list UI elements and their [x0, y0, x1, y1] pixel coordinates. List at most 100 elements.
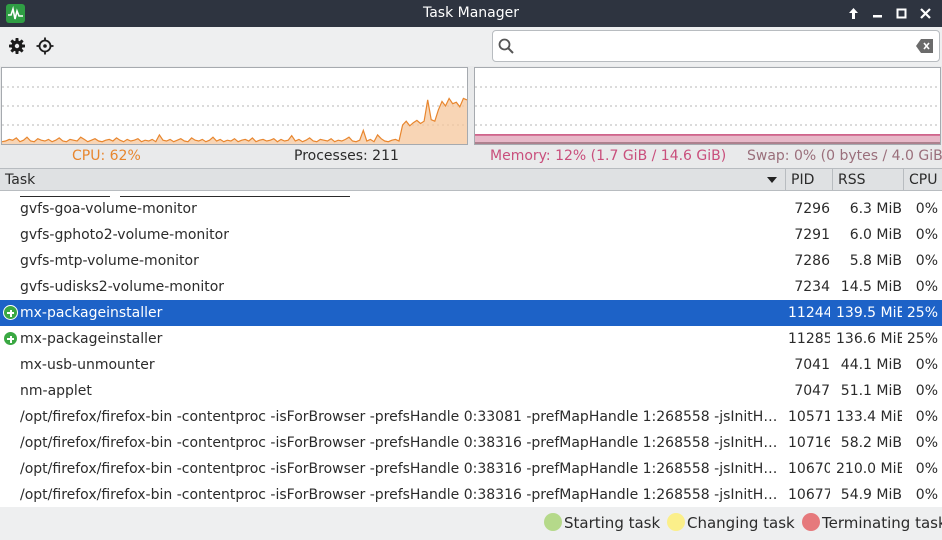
table-row[interactable]: /opt/firefox/firefox-bin -contentproc -i… — [0, 482, 942, 507]
cpu-cell: 0% — [915, 357, 938, 373]
crosshair-icon — [36, 37, 54, 55]
task-name-cell: /opt/firefox/firefox-bin -contentproc -i… — [20, 435, 785, 451]
task-name-cell: /opt/firefox/firefox-bin -contentproc -i… — [20, 409, 785, 425]
rss-cell: 58.2 MiB — [840, 435, 902, 451]
starting-task-color-swatch — [544, 513, 562, 531]
task-name-cell: gvfs-udisks2-volume-monitor — [20, 279, 225, 295]
table-row[interactable]: /opt/firefox/firefox-bin -contentproc -i… — [0, 430, 942, 456]
table-row[interactable]: gvfs-mtp-volume-monitor 7286 5.8 MiB 0% — [0, 248, 942, 274]
title-bar: Task Manager — [0, 0, 942, 27]
swap-usage-label: Swap: 0% (0 bytes / 4.0 GiB) — [747, 148, 942, 164]
close-button[interactable] — [915, 3, 936, 24]
terminating-task-label: Terminating task — [822, 514, 942, 532]
pid-cell: 7234 — [794, 279, 830, 295]
table-row[interactable]: /opt/firefox/firefox-bin -contentproc -i… — [0, 456, 942, 482]
rss-cell: 136.6 MiB — [836, 331, 902, 347]
task-name-cell: gvfs-mtp-volume-monitor — [20, 253, 199, 269]
search-icon — [498, 38, 514, 54]
pid-cell: 10571 — [788, 409, 830, 425]
table-row[interactable]: gvfs-udisks2-volume-monitor 7234 14.5 MiB 0… — [0, 274, 942, 300]
cpu-cell: 0% — [915, 487, 938, 503]
close-icon — [920, 8, 931, 19]
changing-task-label: Changing task — [687, 514, 795, 532]
rss-cell: 54.9 MiB — [840, 487, 902, 503]
pid-cell: 11285 — [788, 331, 830, 347]
window-title: Task Manager — [422, 5, 520, 21]
task-name-cell: mx-usb-unmounter — [20, 357, 155, 373]
table-row-selected[interactable]: mx-packageinstaller 11244 139.5 MiB 25% — [0, 300, 942, 326]
column-pid-label: PID — [791, 172, 815, 188]
cpu-cell: 0% — [915, 227, 938, 243]
identify-window-button[interactable] — [35, 36, 55, 56]
pid-cell: 7286 — [794, 253, 830, 269]
cpu-history-area — [2, 98, 467, 144]
table-row[interactable]: mx-usb-unmounter 7041 44.1 MiB 0% — [0, 352, 942, 378]
cpu-cell: 0% — [915, 383, 938, 399]
cpu-usage-label: CPU: 62% — [72, 148, 141, 164]
column-header-cpu[interactable]: CPU — [904, 169, 942, 191]
rss-cell: 51.1 MiB — [840, 383, 902, 399]
process-count-label: Processes: 211 — [294, 148, 399, 164]
column-rss-label: RSS — [838, 172, 866, 188]
rss-cell: 133.4 MiB — [836, 409, 902, 425]
rss-cell: 5.8 MiB — [849, 253, 902, 269]
task-name-cell: gvfs-goa-volume-monitor — [20, 201, 197, 217]
search-input[interactable] — [519, 34, 909, 58]
starting-task-label: Starting task — [564, 514, 661, 532]
terminating-task-color-swatch — [802, 513, 820, 531]
search-field[interactable] — [492, 30, 940, 62]
pid-cell: 10677 — [788, 487, 830, 503]
minimize-icon — [873, 15, 882, 18]
maximize-button[interactable] — [891, 3, 912, 24]
table-row[interactable]: mx-packageinstaller 11285 136.6 MiB 25% — [0, 326, 942, 352]
cpu-cell: 0% — [915, 279, 938, 295]
sort-descending-icon — [767, 177, 777, 183]
clear-icon[interactable] — [916, 38, 934, 54]
task-name-cell: nm-applet — [20, 383, 92, 399]
table-row[interactable]: nm-applet 7047 51.1 MiB 0% — [0, 378, 942, 404]
memory-graph — [474, 67, 941, 145]
cpu-cell: 25% — [906, 331, 938, 347]
column-header-pid[interactable]: PID — [786, 169, 833, 191]
column-header-rss[interactable]: RSS — [833, 169, 904, 191]
rss-cell: 44.1 MiB — [840, 357, 902, 373]
rss-cell: 6.3 MiB — [849, 201, 902, 217]
cpu-history-line — [2, 97, 467, 143]
column-header-task[interactable]: Task — [0, 169, 786, 191]
cpu-history-chart — [2, 86, 467, 144]
cpu-cell: 0% — [915, 253, 938, 269]
memory-history-chart — [475, 86, 940, 144]
cpu-cell: 0% — [915, 409, 938, 425]
pid-cell: 10716 — [788, 435, 830, 451]
cpu-cell: 0% — [915, 435, 938, 451]
stats-bar: CPU: 62% Processes: 211 Memory: 12% (1.7… — [0, 146, 942, 168]
process-table: Task PID RSS CPU gvfs-goa-volume-monitor… — [0, 168, 942, 507]
keep-above-button[interactable] — [843, 3, 864, 24]
plus-circle-icon — [3, 305, 18, 320]
rss-cell: 6.0 MiB — [849, 227, 902, 243]
settings-button[interactable] — [7, 36, 27, 56]
cpu-cell: 0% — [915, 201, 938, 217]
table-row[interactable]: /opt/firefox/firefox-bin -contentproc -i… — [0, 404, 942, 430]
plus-circle-icon — [3, 331, 18, 346]
legend-bar: Starting task Changing task Terminating … — [0, 507, 942, 540]
task-name-cell: /opt/firefox/firefox-bin -contentproc -i… — [20, 461, 785, 477]
task-name-cell: mx-packageinstaller — [20, 305, 163, 321]
pid-cell: 7291 — [794, 227, 830, 243]
rss-cell: 139.5 MiB — [836, 305, 902, 321]
rss-cell: 14.5 MiB — [840, 279, 902, 295]
task-name-cell: mx-packageinstaller — [20, 331, 163, 347]
rss-cell: 210.0 MiB — [836, 461, 902, 477]
maximize-icon — [896, 8, 907, 19]
minimize-button[interactable] — [867, 3, 888, 24]
table-header: Task PID RSS CPU — [0, 169, 942, 191]
cpu-cell: 0% — [915, 461, 938, 477]
pid-cell: 11244 — [788, 305, 830, 321]
task-name-cell: /opt/firefox/firefox-bin -contentproc -i… — [20, 487, 785, 503]
pid-cell: 7047 — [794, 383, 830, 399]
pid-cell: 7041 — [794, 357, 830, 373]
table-row[interactable]: gvfs-gphoto2-volume-monitor 7291 6.0 MiB 0% — [0, 222, 942, 248]
column-task-label: Task — [5, 172, 36, 188]
column-cpu-label: CPU — [909, 172, 938, 188]
table-row[interactable]: gvfs-goa-volume-monitor 7296 6.3 MiB 0% — [0, 196, 942, 222]
